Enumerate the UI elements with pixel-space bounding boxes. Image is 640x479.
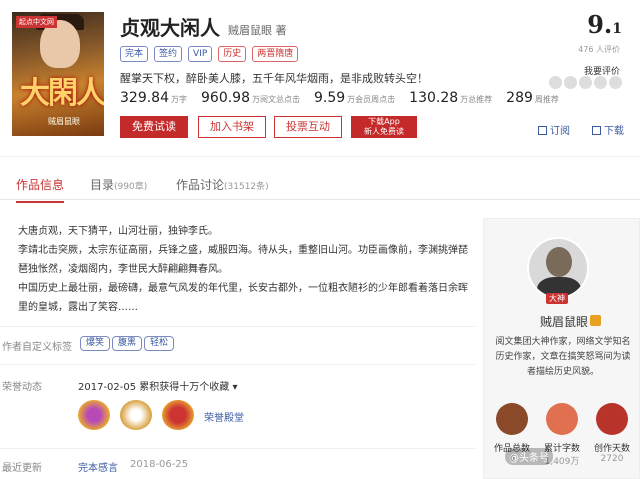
author-card: 大神 贼眉鼠眼 阅文集团大神作家，网络文学知名历史作家，文章在搞笑怒骂间为读者描… [483,218,640,479]
stat-total-recommend: 130.28 万总推荐 [409,90,493,106]
download-icon [592,126,601,135]
rating-count: 476 人评价 [578,45,620,54]
tag-complete: 完本 [120,46,149,62]
book-description: 大唐贞观，天下猜平，山河壮丽，独钟李氏。 李靖北击突厥，太宗东征高丽，兵锋之盛，… [18,222,468,317]
custom-tag[interactable]: 轻松 [144,336,175,351]
desc-paragraph: 李靖北击突厥，太宗东征高丽，兵锋之盛，威服四海。待从头，重整旧山河。功臣画像前，… [18,245,468,275]
author-bio: 阅文集团大神作家，网络文学知名历史作家，文章在搞笑怒骂间为读者描绘历史风貌。 [495,337,631,377]
book-intro: 醒掌天下权，醉卧美人膝，五千年风华烟雨，是非成败转头空！ [120,72,428,85]
author-name[interactable]: 贼眉鼠眼 [540,313,588,330]
tag-vip: VIP [188,46,213,62]
section-divider [0,326,475,327]
author-stat-days: 创作天数 2720 [592,403,632,464]
cover-author: 贼眉鼠眼 [48,117,80,126]
author-level-badge: 大神 [546,293,568,304]
desc-paragraph: 大唐贞观，天下猜平，山河壮丽，独钟李氏。 [18,226,218,237]
book-stats: 329.84 万字 960.98 万阅文总点击 9.59 万会员周点击 130.28 万… [120,90,573,106]
app-line2: 新人免费读 [364,127,404,136]
honor-label: 荣誉动态 [2,382,42,393]
book-cover[interactable]: 起点中文网 大閑人 贼眉鼠眼 [12,12,104,136]
latest-chapter-link[interactable]: 完本感言 [78,459,118,474]
star-icon[interactable] [564,76,577,89]
book-tags: 完本 签约 VIP 历史 两晋隋唐 [120,46,299,62]
author-level-icon [590,315,601,326]
tag-category[interactable]: 历史 [218,46,247,62]
app-line1: 下载App [368,117,400,126]
subscribe-icon [538,126,547,135]
rating-stars[interactable] [549,76,622,89]
honor-badge-icon[interactable] [162,400,194,430]
avatar-head [546,247,572,277]
tag-subcategory[interactable]: 两晋隋唐 [252,46,299,62]
tag-signed: 签约 [154,46,183,62]
tab-discussion[interactable]: 作品讨论(31512条) [176,176,269,193]
section-divider [0,364,475,365]
book-icon [496,403,528,435]
stat-words: 329.84 万字 [120,90,187,106]
tab-bar: 作品信息 目录(990章) 作品讨论(31512条) [0,170,640,203]
author-avatar[interactable] [527,237,589,299]
desc-paragraph: 中国历史上最壮丽，最磅礴，最意气风发的年代里，长安古都外，一位粗衣陋衫的少年郎看… [18,283,468,313]
star-icon[interactable] [609,76,622,89]
section-divider [0,448,475,449]
free-read-button[interactable]: 免费试读 [120,116,188,138]
tab-catalog[interactable]: 目录(990章) [90,176,147,193]
add-shelf-button[interactable]: 加入书架 [198,116,266,138]
header-divider [0,156,640,157]
tab-book-info[interactable]: 作品信息 [16,176,65,203]
star-icon[interactable] [549,76,562,89]
honor-hall-link[interactable]: 荣誉殿堂 [204,409,244,424]
honor-event[interactable]: 2017-02-05 累积获得十万个收藏 ▾ [78,378,238,393]
stat-total-clicks: 960.98 万阅文总点击 [201,90,300,106]
vote-button[interactable]: 投票互动 [274,116,342,138]
cover-publisher: 起点中文网 [16,16,57,28]
star-icon[interactable] [579,76,592,89]
document-icon [546,403,578,435]
watermark: @头条号 [505,448,553,465]
download-button[interactable]: 下载 [592,122,624,137]
honor-badge-icon[interactable] [120,400,152,430]
cover-title: 大閑人 [20,76,104,111]
book-title: 贞观大闲人 [120,16,220,40]
book-score: 9.1 [587,10,622,39]
star-icon[interactable] [594,76,607,89]
latest-date: 2018-06-25 [130,459,189,470]
custom-tag[interactable]: 腹黑 [112,336,143,351]
subscribe-button[interactable]: 订阅 [538,122,570,137]
honor-badge-icon[interactable] [78,400,110,430]
stat-weekly-clicks: 9.59 万会员周点击 [314,90,396,106]
custom-tags-label: 作者自定义标签 [2,342,72,353]
download-app-button[interactable]: 下载App 新人免费读 [351,116,417,138]
stat-weekly-recommend: 289 周推荐 [506,90,559,106]
cup-icon [596,403,628,435]
custom-tag[interactable]: 爆笑 [80,336,111,351]
latest-update-label: 最近更新 [2,463,42,474]
book-author[interactable]: 贼眉鼠眼 著 [228,22,287,38]
